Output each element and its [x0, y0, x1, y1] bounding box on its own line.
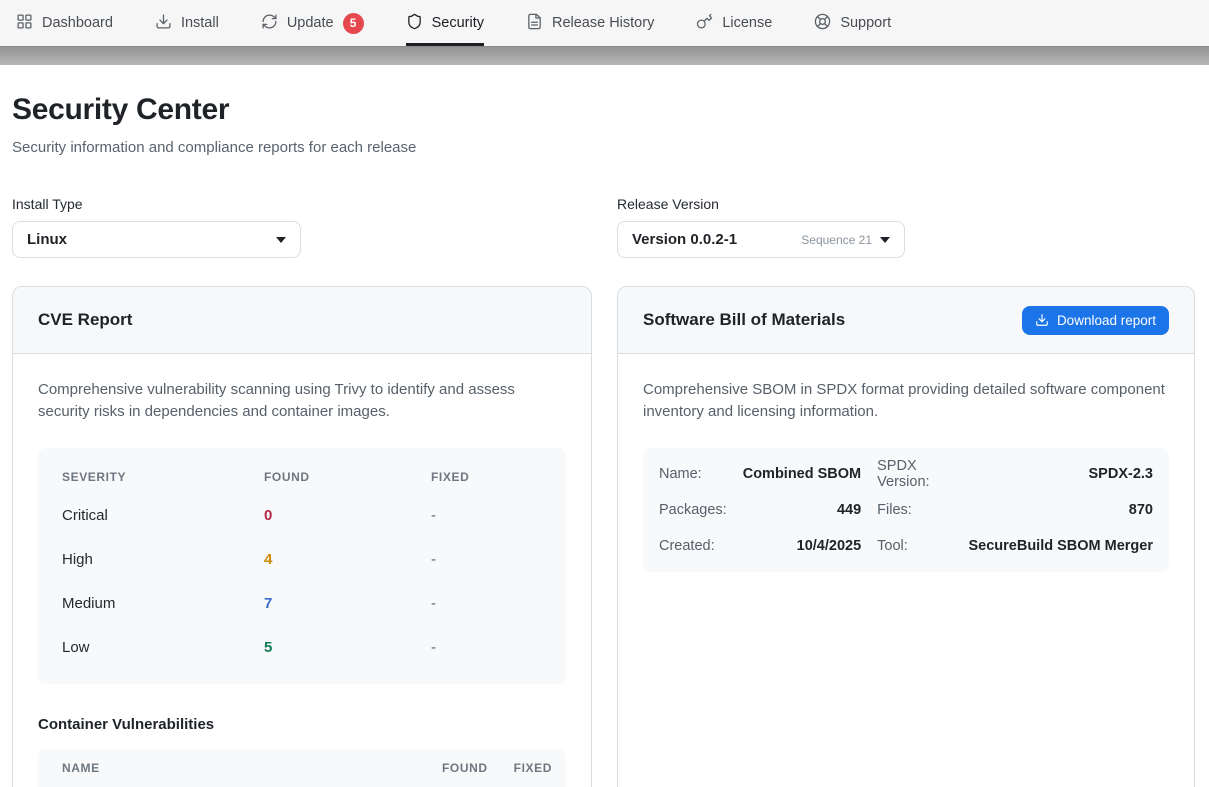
- container-vulnerabilities-title: Container Vulnerabilities: [38, 716, 566, 733]
- sbom-info-grid: Name: Combined SBOM SPDX Version: SPDX-2…: [643, 448, 1169, 572]
- found-count: 4: [264, 551, 431, 568]
- shield-icon: [406, 13, 423, 34]
- col-name: NAME: [62, 761, 442, 775]
- info-label: Created:: [659, 528, 727, 564]
- info-label: Files:: [877, 492, 952, 528]
- nav-item-license[interactable]: License: [696, 0, 772, 46]
- cve-report-description: Comprehensive vulnerability scanning usi…: [38, 379, 566, 423]
- nav-item-label: Update: [287, 15, 334, 31]
- cve-report-header: CVE Report: [13, 287, 591, 354]
- download-icon: [1035, 313, 1049, 327]
- key-icon: [696, 13, 713, 34]
- sbom-card: Software Bill of Materials Download repo…: [617, 286, 1195, 787]
- nav-item-label: Support: [840, 15, 891, 31]
- lifebuoy-icon: [814, 13, 831, 34]
- col-severity: SEVERITY: [62, 470, 264, 484]
- table-row: Critical 0 -: [38, 494, 566, 538]
- nav-item-release-history[interactable]: Release History: [526, 0, 654, 46]
- col-fixed: FIXED: [431, 470, 566, 484]
- document-icon: [526, 13, 543, 34]
- download-icon: [155, 13, 172, 34]
- nav-item-label: Install: [181, 15, 219, 31]
- release-sequence-label: Sequence 21: [801, 233, 872, 247]
- install-type-label: Install Type: [12, 196, 592, 212]
- refresh-icon: [261, 13, 278, 34]
- download-report-label: Download report: [1057, 313, 1156, 328]
- chevron-down-icon: [880, 237, 890, 243]
- divider-band: [0, 46, 1209, 65]
- info-value: 449: [743, 492, 861, 528]
- nav-item-label: Release History: [552, 15, 654, 31]
- found-count: 7: [264, 595, 431, 612]
- col-found: FOUND: [442, 761, 488, 775]
- info-value: 870: [968, 492, 1153, 528]
- severity-table-header: SEVERITY FOUND FIXED: [38, 460, 566, 494]
- fixed-count: -: [431, 639, 566, 656]
- found-count: 5: [264, 639, 431, 656]
- table-row: Low 5 -: [38, 626, 566, 670]
- nav-item-label: License: [722, 15, 772, 31]
- release-version-value: Version 0.0.2-1: [632, 231, 801, 248]
- nav-item-security[interactable]: Security: [406, 0, 484, 46]
- found-count: 0: [264, 507, 431, 524]
- info-label: SPDX Version:: [877, 456, 952, 492]
- info-value: Combined SBOM: [743, 456, 861, 492]
- severity-table: SEVERITY FOUND FIXED Critical 0 - High 4…: [38, 448, 566, 684]
- main-content: Security Center Security information and…: [0, 65, 1209, 787]
- filters-row: Install Type Linux Release Version Versi…: [12, 196, 1195, 258]
- fixed-count: -: [431, 507, 566, 524]
- nav-item-install[interactable]: Install: [155, 0, 219, 46]
- install-type-select[interactable]: Linux: [12, 221, 301, 258]
- container-vulnerabilities-header: NAME FOUND FIXED: [38, 749, 566, 787]
- cve-report-title: CVE Report: [38, 310, 566, 330]
- col-fixed: FIXED: [514, 761, 552, 775]
- info-value: 10/4/2025: [743, 528, 861, 564]
- severity-label: Low: [62, 639, 264, 656]
- update-count-badge: 5: [343, 13, 364, 34]
- severity-label: Medium: [62, 595, 264, 612]
- page-subtitle: Security information and compliance repo…: [12, 139, 1195, 156]
- sbom-description: Comprehensive SBOM in SPDX format provid…: [643, 379, 1169, 423]
- table-row: Medium 7 -: [38, 582, 566, 626]
- nav-item-dashboard[interactable]: Dashboard: [16, 0, 113, 46]
- info-label: Tool:: [877, 528, 952, 564]
- nav-item-update[interactable]: Update 5: [261, 0, 364, 46]
- sbom-title: Software Bill of Materials: [643, 310, 1022, 330]
- fixed-count: -: [431, 551, 566, 568]
- info-value: SecureBuild SBOM Merger: [968, 528, 1153, 564]
- col-found: FOUND: [264, 470, 431, 484]
- info-label: Name:: [659, 456, 727, 492]
- release-version-select[interactable]: Version 0.0.2-1 Sequence 21: [617, 221, 905, 258]
- dashboard-grid-icon: [16, 13, 33, 34]
- download-report-button[interactable]: Download report: [1022, 306, 1169, 335]
- chevron-down-icon: [276, 237, 286, 243]
- page-title: Security Center: [12, 93, 1195, 127]
- top-nav: Dashboard Install Update 5 Security Rele…: [0, 0, 1209, 46]
- nav-item-label: Security: [432, 15, 484, 31]
- table-row: High 4 -: [38, 538, 566, 582]
- info-value: SPDX-2.3: [968, 456, 1153, 492]
- nav-item-label: Dashboard: [42, 15, 113, 31]
- release-version-label: Release Version: [617, 196, 1195, 212]
- severity-label: High: [62, 551, 264, 568]
- cve-report-card: CVE Report Comprehensive vulnerability s…: [12, 286, 592, 787]
- info-label: Packages:: [659, 492, 727, 528]
- nav-item-support[interactable]: Support: [814, 0, 891, 46]
- sbom-header: Software Bill of Materials Download repo…: [618, 287, 1194, 354]
- fixed-count: -: [431, 595, 566, 612]
- severity-label: Critical: [62, 507, 264, 524]
- install-type-value: Linux: [27, 231, 268, 248]
